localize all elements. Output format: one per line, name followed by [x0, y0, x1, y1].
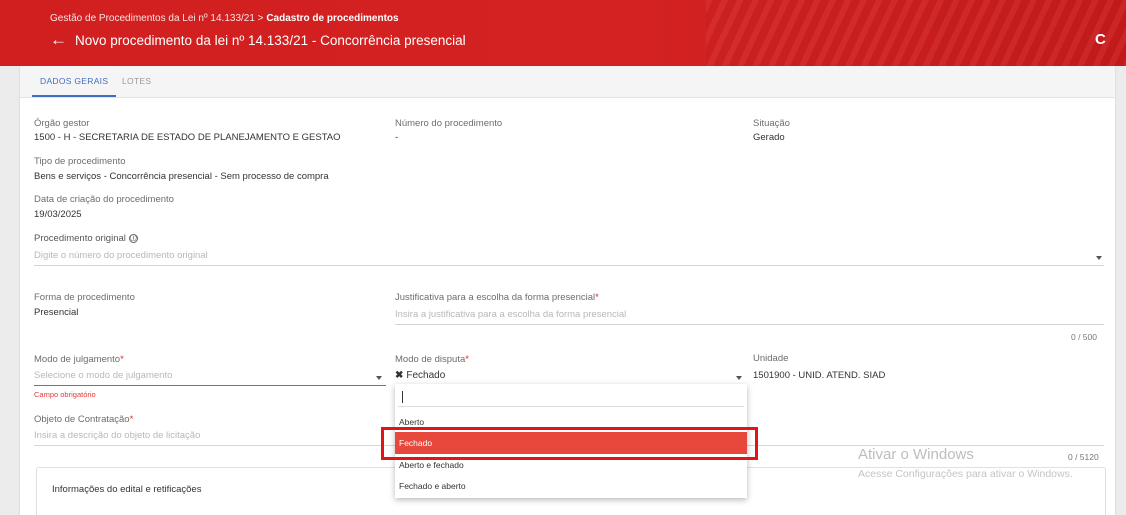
- forma-procedimento-label: Forma de procedimento: [34, 292, 135, 303]
- highlight-annotation: [381, 427, 758, 460]
- justificativa-underline: [395, 324, 1104, 325]
- procedimento-original-input[interactable]: Digite o número do procedimento original: [34, 250, 208, 261]
- modo-julgamento-select[interactable]: Selecione o modo de julgamento: [34, 370, 172, 381]
- procedimento-original-dropdown-icon[interactable]: [1096, 256, 1102, 260]
- windows-activation-title: Ativar o Windows: [858, 446, 974, 463]
- remove-icon[interactable]: ✖: [395, 370, 403, 381]
- modo-julgamento-error: Campo obrigatório: [34, 390, 96, 399]
- tab-dados-gerais[interactable]: DADOS GERAIS: [40, 76, 108, 86]
- text-cursor: [402, 391, 403, 403]
- numero-procedimento-label: Número do procedimento: [395, 118, 503, 129]
- info-icon[interactable]: ⓘ: [128, 234, 138, 243]
- active-tab-indicator: [32, 95, 116, 97]
- refresh-icon[interactable]: C: [1095, 32, 1106, 48]
- data-criacao-label: Data de criação do procedimento: [34, 194, 174, 205]
- breadcrumb-separator: >: [254, 13, 267, 24]
- breadcrumb: Gestão de Procedimentos da Lei nº 14.133…: [50, 13, 399, 24]
- back-arrow-icon[interactable]: ←: [50, 31, 67, 49]
- forma-procedimento-value: Presencial: [34, 307, 79, 318]
- objeto-contratacao-label: Objeto de Contratação*: [34, 414, 134, 425]
- modo-disputa-dropdown-icon[interactable]: [736, 376, 742, 380]
- page-title: Novo procedimento da lei nº 14.133/21 - …: [75, 33, 466, 48]
- procedimento-original-label: Procedimento original ⓘ: [34, 233, 138, 244]
- edital-section-title: Informações do edital e retificações: [52, 484, 202, 495]
- modo-julgamento-dropdown-icon[interactable]: [376, 376, 382, 380]
- modo-julgamento-label: Modo de julgamento*: [34, 354, 124, 365]
- breadcrumb-current: Cadastro de procedimentos: [266, 13, 399, 24]
- justificativa-label: Justificativa para a escolha da forma pr…: [395, 292, 599, 303]
- tab-bar: DADOS GERAIS LOTES: [20, 66, 1115, 98]
- justificativa-input[interactable]: Insira a justificativa para a escolha da…: [395, 309, 626, 320]
- modo-disputa-label: Modo de disputa*: [395, 354, 469, 365]
- dropdown-search-input[interactable]: [398, 388, 744, 407]
- app-header: Gestão de Procedimentos da Lei nº 14.133…: [0, 0, 1126, 66]
- dropdown-search-underline: [398, 406, 744, 407]
- unidade-value: 1501900 - UNID. ATEND. SIAD: [753, 370, 886, 381]
- breadcrumb-parent-link[interactable]: Gestão de Procedimentos da Lei nº 14.133…: [50, 13, 255, 24]
- justificativa-counter: 0 / 500: [1071, 332, 1097, 342]
- modo-julgamento-underline: [34, 385, 386, 386]
- tab-lotes[interactable]: LOTES: [122, 76, 151, 86]
- orgao-gestor-label: Órgão gestor: [34, 118, 90, 129]
- numero-procedimento-value: -: [395, 132, 399, 143]
- windows-activation-subtitle: Acesse Configurações para ativar o Windo…: [858, 468, 1073, 480]
- objeto-contratacao-input[interactable]: Insira a descrição do objeto de licitaçã…: [34, 430, 200, 441]
- tipo-procedimento-label: Tipo de procedimento: [34, 156, 126, 167]
- orgao-gestor-value: 1500 - H - SECRETARIA DE ESTADO DE PLANE…: [34, 132, 341, 143]
- tipo-procedimento-value: Bens e serviços - Concorrência presencia…: [34, 171, 329, 182]
- dropdown-option-fechado-e-aberto[interactable]: Fechado e aberto: [395, 475, 747, 497]
- data-criacao-value: 19/03/2025: [34, 209, 82, 220]
- procedimento-original-underline: [34, 265, 1104, 266]
- objeto-contratacao-counter: 0 / 5120: [1068, 452, 1099, 462]
- situacao-value: Gerado: [753, 132, 785, 143]
- situacao-label: Situação: [753, 118, 790, 129]
- modo-disputa-select[interactable]: ✖ Fechado: [395, 370, 445, 381]
- unidade-label: Unidade: [753, 353, 789, 364]
